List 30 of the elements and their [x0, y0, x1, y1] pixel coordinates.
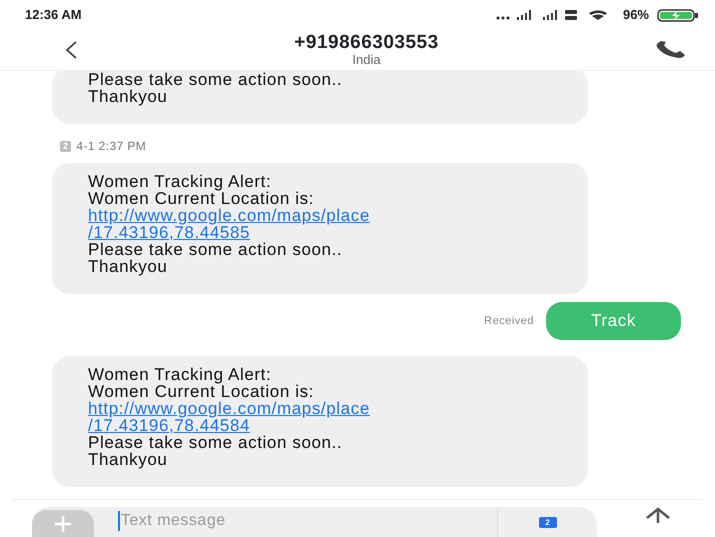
message-text: Please take some action soon..: [88, 434, 344, 451]
message-text: Women Current Location is:: [88, 383, 315, 400]
message-bubble: Track: [546, 302, 681, 340]
message-text: Women Tracking Alert:: [88, 173, 272, 190]
message-text: Women Tracking Alert:: [88, 366, 272, 383]
contact-country: India: [351, 53, 382, 67]
delivery-status: Received: [484, 314, 534, 329]
message-text: Thankyou: [88, 451, 168, 468]
battery-level: 96%: [622, 6, 649, 24]
message-text: Please take some action soon..: [88, 71, 344, 88]
message-link[interactable]: /17.43196,78.44585: [88, 224, 578, 241]
status-time: 12:36 AM: [25, 6, 82, 24]
message-timestamp: 4-1 2:37 PM: [76, 138, 146, 155]
message-text: Thankyou: [88, 88, 168, 105]
message-field[interactable]: Text message 2: [32, 507, 597, 537]
phone-icon[interactable]: [655, 41, 687, 59]
send-icon[interactable]: [645, 507, 671, 523]
sim-selector[interactable]: 2: [538, 517, 557, 528]
plus-icon: [54, 515, 72, 533]
message-text: Please take some action soon..: [88, 241, 344, 258]
message-link[interactable]: http://www.google.com/maps/place: [88, 400, 578, 417]
sim-badge: 2: [60, 140, 72, 152]
contact-number: +919866303553: [294, 33, 439, 53]
message-text: Thankyou: [88, 258, 168, 275]
battery-icon: [657, 8, 699, 22]
message-link[interactable]: /17.43196,78.44584: [88, 417, 578, 434]
message-text: Women Current Location is:: [88, 190, 315, 207]
message-input[interactable]: Text message: [118, 511, 498, 531]
back-icon[interactable]: [64, 40, 78, 60]
message-link[interactable]: http://www.google.com/maps/place: [88, 207, 578, 224]
